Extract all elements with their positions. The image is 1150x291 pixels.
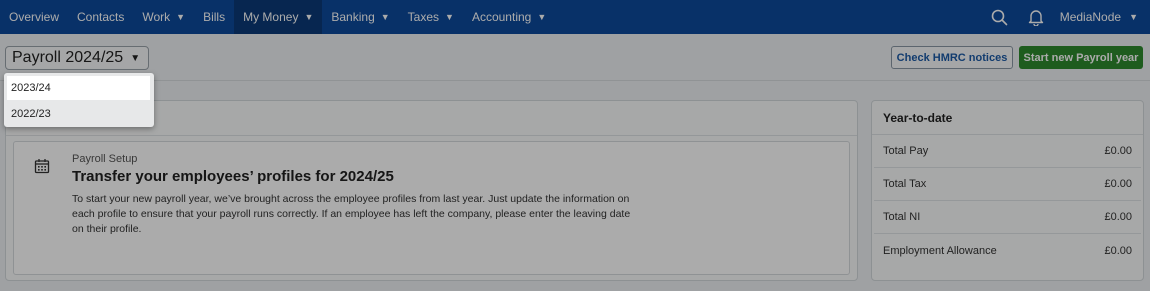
year-option-2022-23[interactable]: 2022/23 <box>4 100 154 127</box>
year-option-2023-24[interactable]: 2023/24 <box>7 76 150 100</box>
modal-backdrop[interactable] <box>0 0 1150 291</box>
payroll-year-menu: 2023/24 2022/23 <box>4 73 154 127</box>
